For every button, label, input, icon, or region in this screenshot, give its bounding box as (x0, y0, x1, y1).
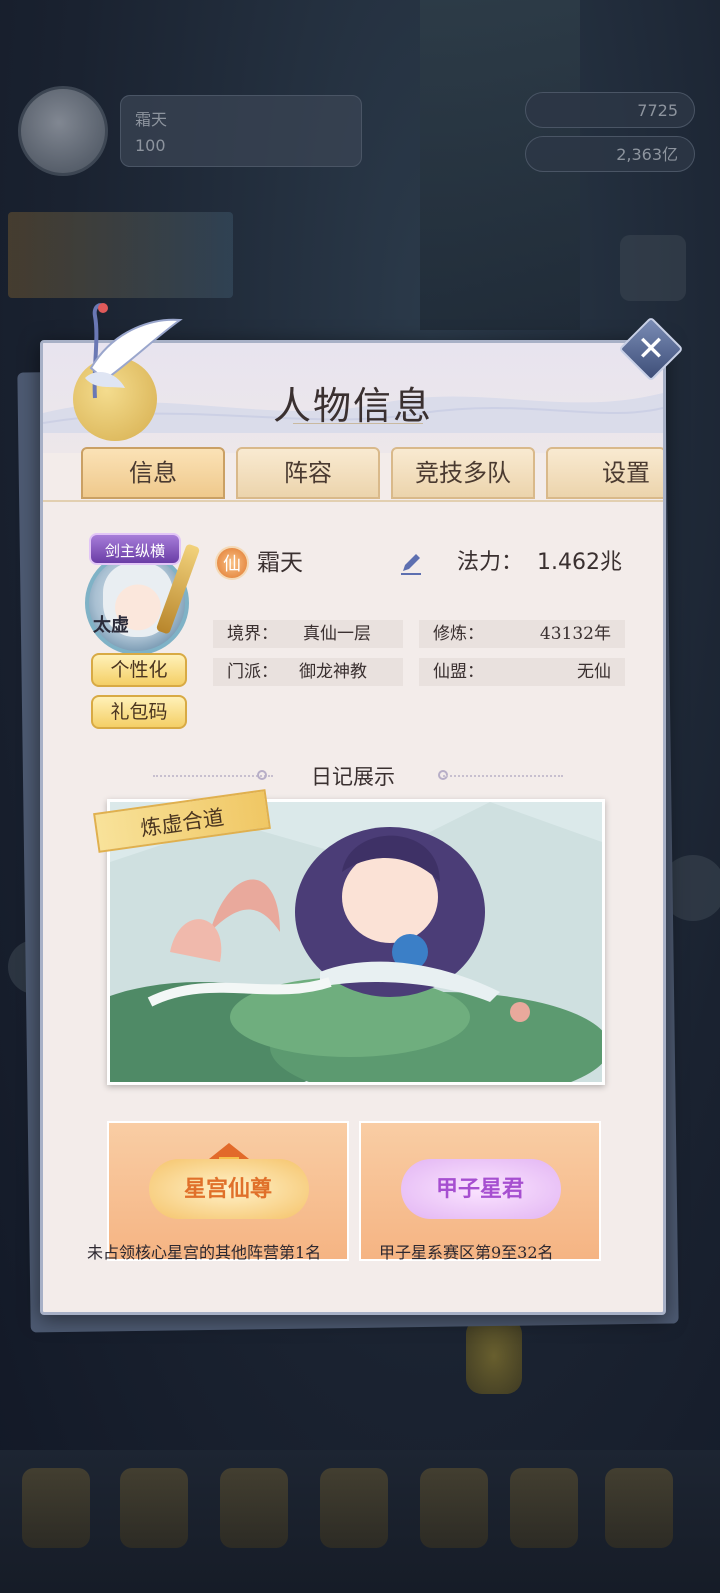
tab-info[interactable]: 信息 (81, 447, 225, 499)
tab-lineup[interactable]: 阵容 (236, 447, 380, 499)
realm-label: 境界： (227, 624, 278, 644)
sect-row: 门派： 御龙神教 (213, 658, 403, 686)
player-name: 霜天 (257, 550, 303, 576)
background-event-banner (8, 212, 233, 298)
background-bottom-nav (0, 1450, 720, 1593)
avatar-title-badge: 剑主纵横 (89, 533, 181, 565)
background-lantern (466, 1318, 522, 1394)
crane-decoration (85, 303, 183, 399)
sect-label: 门派： (227, 662, 278, 682)
gift-code-button[interactable]: 礼包码 (91, 695, 187, 729)
title-ornament (293, 423, 423, 432)
avatar-frame-tag: 太虚 (93, 615, 129, 636)
alliance-label: 仙盟： (433, 662, 484, 682)
cultivation-row: 修炼： 43132年 (419, 620, 625, 648)
background-resource-2: 2,363亿 (525, 136, 695, 172)
close-icon: ✕ (636, 329, 666, 369)
medal-caption: 甲子星系赛区第9至32名 (379, 1243, 554, 1262)
tab-arena-teams[interactable]: 竞技多队 (391, 447, 535, 499)
cultivation-value: 43132年 (539, 624, 611, 644)
realm-value: 真仙一层 (303, 624, 371, 644)
background-player-name-plate: 霜天 100 (120, 95, 362, 167)
medal-caption: 未占领核心星宫的其他阵营第1名 (87, 1243, 322, 1262)
background-player-avatar (18, 86, 108, 176)
alliance-value: 无仙 (577, 662, 611, 682)
tab-divider (43, 500, 663, 502)
character-info-panel: 人物信息 信息 阵容 竞技多队 设置 剑主纵横 太虚 个性化 礼包码 仙 霜天 … (40, 340, 666, 1315)
realm-row: 境界： 真仙一层 (213, 620, 403, 648)
diary-divider-right (443, 775, 563, 777)
power-label: 法力： (457, 550, 524, 575)
power-value: 1.462兆 (537, 550, 622, 575)
medal-title: 星宫仙尊 (183, 1176, 272, 1202)
medal-title: 甲子星君 (435, 1176, 524, 1202)
rank-icon: 仙 (215, 546, 249, 580)
cultivation-label: 修炼： (433, 624, 484, 644)
edit-name-icon[interactable] (398, 550, 424, 576)
background-side-button (620, 235, 686, 301)
alliance-row: 仙盟： 无仙 (419, 658, 625, 686)
sect-value: 御龙神教 (299, 662, 367, 682)
tab-settings[interactable]: 设置 (546, 447, 663, 499)
background-resource-1: 7725 (525, 92, 695, 128)
customize-button[interactable]: 个性化 (91, 653, 187, 687)
diary-section-title: 日记展示 (311, 765, 395, 789)
